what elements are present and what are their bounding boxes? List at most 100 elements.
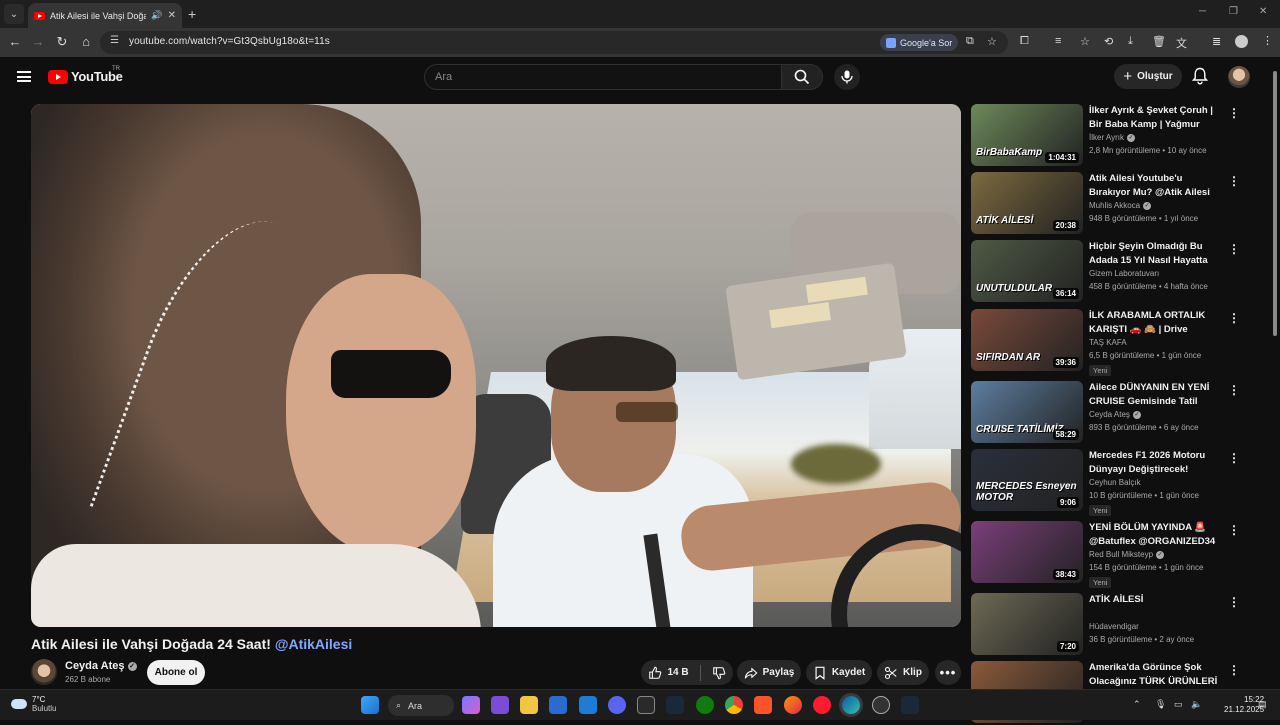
edge-icon[interactable] [842, 696, 860, 714]
recommendation-channel-name[interactable]: Red Bull Miksteyp [1089, 550, 1153, 559]
epic-games-icon[interactable] [637, 696, 655, 714]
recommendation-channel-name[interactable]: TAŞ KAFA [1089, 338, 1127, 347]
favorites-icon[interactable]: ☆ [1080, 35, 1090, 48]
recommendation-item[interactable]: 7:20 ATİK AİLESİ Hüdavendigar 36 B görüntül… [971, 593, 1261, 657]
chrome-icon[interactable] [725, 696, 743, 714]
extensions-icon[interactable]: ⧠ [1020, 35, 1029, 48]
recommendation-channel[interactable]: Gizem Laboratuvarı [1089, 269, 1159, 278]
steam-icon[interactable] [666, 696, 684, 714]
recommendation-item[interactable]: SIFIRDAN AR 39:36 İLK ARABAMLA ORTALIK KAR… [971, 309, 1261, 376]
share-button[interactable]: Paylaş [737, 660, 801, 685]
browser-tab[interactable]: Atik Ailesi ile Vahşi Doğada 🔊 ✕ [28, 3, 182, 28]
kebab-menu-icon[interactable]: ⋮ [1228, 451, 1240, 465]
recommendation-channel-name[interactable]: Gizem Laboratuvarı [1089, 269, 1159, 278]
home-button[interactable]: ⌂ [77, 34, 95, 49]
kebab-menu-icon[interactable]: ⋮ [1228, 595, 1240, 609]
widgets-icon[interactable] [491, 696, 509, 714]
page-scrollbar[interactable] [1270, 57, 1280, 689]
search-input[interactable] [435, 69, 765, 85]
kebab-menu-icon[interactable]: ⋮ [1228, 523, 1240, 537]
recommendation-thumbnail[interactable]: 38:43 [971, 521, 1083, 583]
recommendation-title[interactable]: ATİK AİLESİ [1089, 593, 1225, 607]
google-ask-button[interactable]: Google'a Sor [880, 34, 959, 51]
kebab-menu-icon[interactable]: ⋮ [1228, 663, 1240, 677]
recommendation-thumbnail[interactable]: ATİK AİLESİ 20:38 [971, 172, 1083, 234]
translate-icon[interactable]: 文 [1176, 35, 1187, 51]
close-tab-icon[interactable]: ✕ [168, 10, 176, 21]
like-icon[interactable] [648, 666, 662, 680]
reading-list-icon[interactable]: ≡ [1055, 35, 1061, 47]
microsoft-store-icon[interactable] [549, 696, 567, 714]
clip-button[interactable]: Klip [877, 660, 929, 685]
notifications-bell-icon[interactable] [1192, 67, 1208, 85]
more-menu-icon[interactable]: ⋮ [1262, 34, 1273, 47]
sidebar-icon[interactable]: ≣ [1212, 35, 1221, 48]
like-count[interactable]: 14 B [667, 667, 688, 678]
search-box[interactable] [424, 64, 782, 90]
recommendation-channel[interactable]: Ceyda Ateş ✓ [1089, 410, 1141, 419]
video-title-mention[interactable]: @AtikAilesi [275, 636, 352, 652]
kebab-menu-icon[interactable]: ⋮ [1228, 311, 1240, 325]
install-app-icon[interactable]: ⧉ [966, 35, 974, 48]
tray-overflow-icon[interactable]: ⌃ [1133, 699, 1141, 710]
file-explorer-icon[interactable] [520, 696, 538, 714]
channel-avatar[interactable] [31, 659, 57, 685]
recommendation-channel[interactable]: Red Bull Miksteyp ✓ [1089, 550, 1165, 559]
tray-display-icon[interactable]: ▭ [1174, 699, 1183, 710]
hamburger-menu-icon[interactable] [17, 71, 31, 82]
speaker-icon[interactable]: 🔊 [151, 10, 162, 21]
recommendation-item[interactable]: ATİK AİLESİ 20:38 Atik Ailesi Youtube'u Bı… [971, 172, 1261, 236]
bookmark-star-icon[interactable]: ☆ [987, 35, 997, 48]
recommendation-item[interactable]: 38:43 YENİ BÖLÜM YAYINDA 🚨 @Batuflex @ORG… [971, 521, 1261, 588]
xbox-icon[interactable] [696, 696, 714, 714]
recommendation-title[interactable]: Atik Ailesi Youtube'u Bırakıyor Mu? @Ati… [1089, 172, 1225, 199]
recommendation-thumbnail[interactable]: UNUTULDULAR 36:14 [971, 240, 1083, 302]
kebab-menu-icon[interactable]: ⋮ [1228, 383, 1240, 397]
opera-gx-icon[interactable] [872, 696, 890, 714]
subscribe-button[interactable]: Abone ol [147, 660, 205, 685]
forward-button[interactable]: → [29, 34, 47, 49]
recommendation-item[interactable]: MERCEDES Esneyen MOTOR 9:06 Mercedes F1 20… [971, 449, 1261, 516]
recommendation-thumbnail[interactable]: MERCEDES Esneyen MOTOR 9:06 [971, 449, 1083, 511]
weather-widget[interactable]: 7°C Bulutlu [11, 695, 56, 713]
recommendation-channel-name[interactable]: Ceyhun Balçık [1089, 478, 1141, 487]
copilot-icon[interactable] [462, 696, 480, 714]
downloads-icon[interactable]: ⤓ [1128, 35, 1133, 48]
recommendation-title[interactable]: İlker Ayrık & Şevket Çoruh | Bir Baba Ka… [1089, 104, 1225, 131]
profile-avatar[interactable] [1235, 35, 1248, 48]
tab-list-button[interactable]: ⌄ [4, 4, 24, 24]
recommendation-channel[interactable]: İlker Ayrık ✓ [1089, 133, 1135, 142]
recommendation-channel-name[interactable]: Hüdavendigar [1089, 622, 1139, 631]
history-icon[interactable]: ⟲ [1104, 35, 1113, 48]
channel-name-text[interactable]: Ceyda Ateş [65, 660, 125, 672]
recommendation-title[interactable]: YENİ BÖLÜM YAYINDA 🚨 @Batuflex @ORGANIZE… [1089, 521, 1225, 548]
close-window-button[interactable]: ✕ [1259, 6, 1267, 17]
create-button[interactable]: + Oluştur [1114, 64, 1182, 89]
new-tab-button[interactable]: + [188, 6, 196, 22]
windows-start-icon[interactable] [361, 696, 379, 714]
dislike-icon[interactable] [712, 666, 726, 680]
recommendation-thumbnail[interactable]: BirBabaKamp 1:04:31 [971, 104, 1083, 166]
back-button[interactable]: ← [6, 34, 24, 49]
steam-alt-icon[interactable] [901, 696, 919, 714]
recommendation-title[interactable]: Amerika'da Görünce Şok Olacağınız TÜRK Ü… [1089, 661, 1225, 688]
account-avatar[interactable] [1228, 66, 1250, 88]
kebab-menu-icon[interactable]: ⋮ [1228, 106, 1240, 120]
trash-icon[interactable]: 🗑 [1152, 35, 1166, 48]
recommendation-item[interactable]: BirBabaKamp 1:04:31 İlker Ayrık & Şevket Ç… [971, 104, 1261, 168]
scrollbar-thumb[interactable] [1273, 71, 1277, 336]
firefox-icon[interactable] [784, 696, 802, 714]
recommendation-item[interactable]: CRUISE TATİLİMİZ 58:29 Ailece DÜNYANIN EN … [971, 381, 1261, 445]
recommendation-title[interactable]: Hiçbir Şeyin Olmadığı Bu Adada 15 Yıl Na… [1089, 240, 1225, 267]
recommendation-channel-name[interactable]: Muhlis Akkoca [1089, 201, 1140, 210]
brave-icon[interactable] [754, 696, 772, 714]
video-player[interactable] [31, 104, 961, 627]
site-info-icon[interactable]: ☰ [110, 35, 119, 46]
recommendation-item[interactable]: UNUTULDULAR 36:14 Hiçbir Şeyin Olmadığı Bu… [971, 240, 1261, 304]
notification-center-icon[interactable]: ▤ [1258, 699, 1267, 710]
channel-name[interactable]: Ceyda Ateş ✓ [65, 660, 137, 672]
tray-mic-icon[interactable]: 🎙 [1155, 699, 1166, 710]
url-text[interactable]: youtube.com/watch?v=Gt3QsbUg18o&t=11s [129, 36, 330, 47]
reload-button[interactable]: ↻ [53, 34, 71, 50]
youtube-logo[interactable]: YouTube TR [48, 66, 123, 84]
